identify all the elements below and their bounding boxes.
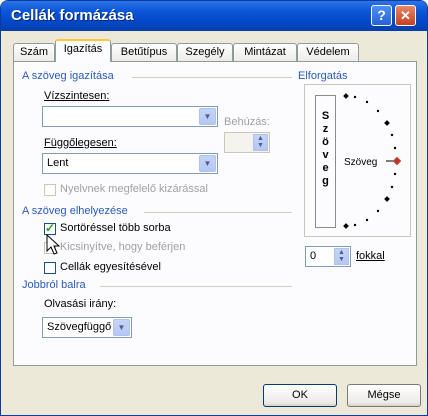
divider <box>132 77 292 78</box>
text-control-group-title: A szöveg elhelyezése <box>22 205 128 217</box>
indent-spinner[interactable]: ▲ ▼ <box>224 132 270 153</box>
vertical-text-char: z <box>322 123 329 135</box>
horizontal-select[interactable]: ▼ <box>42 106 218 127</box>
text-direction-select[interactable]: Szövegfüggő ▼ <box>42 317 132 338</box>
tab-font[interactable]: Betűtípus <box>111 43 177 61</box>
ok-button[interactable]: OK <box>263 384 337 407</box>
orientation-box: S z ö v e g Szöveg <box>304 84 411 237</box>
cancel-button[interactable]: Mégse <box>347 384 421 407</box>
spinner-icon[interactable]: ▲ ▼ <box>334 248 349 265</box>
merge-cells-checkbox[interactable] <box>44 262 56 274</box>
vertical-text-char: ö <box>322 136 329 148</box>
vertical-select[interactable]: Lent ▼ <box>42 153 218 174</box>
chevron-down-icon[interactable]: ▼ <box>113 319 130 336</box>
vertical-text-char: g <box>322 175 329 187</box>
text-direction-value: Szövegfüggő <box>47 321 112 333</box>
orientation-dial[interactable]: Szöveg <box>341 88 411 234</box>
tab-number[interactable]: Szám <box>13 43 55 61</box>
vertical-text-char: v <box>322 149 329 161</box>
mouse-pointer-icon <box>46 234 60 255</box>
dial-text: Szöveg <box>344 157 377 168</box>
wrap-text-label: Sortöréssel több sorba <box>60 222 171 234</box>
window-title: Cellák formázása <box>11 7 134 24</box>
merge-cells-label: Cellák egyesítésével <box>60 261 161 273</box>
divider <box>144 212 292 213</box>
degrees-spinner[interactable]: 0 ▲ ▼ <box>305 246 351 267</box>
tab-alignment[interactable]: Igazítás <box>55 39 111 62</box>
tab-border[interactable]: Szegély <box>177 43 233 61</box>
justify-distributed-label: Nyelvnek megfelelő kizárással <box>60 183 208 195</box>
tab-strip: Szám Igazítás Betűtípus Szegély Mintázat… <box>13 39 423 62</box>
tab-patterns[interactable]: Mintázat <box>233 43 297 61</box>
text-direction-label: Olvasási irány: <box>44 298 117 310</box>
dial-marker[interactable] <box>392 156 402 166</box>
degrees-label: fokkal <box>356 250 385 262</box>
format-cells-dialog: Cellák formázása ? ✕ Szám Igazítás Betűt… <box>0 0 428 416</box>
alignment-panel: A szöveg igazítása Vízszintesen: ▼ Függő… <box>13 61 417 366</box>
horizontal-label: Vízszintesen: <box>44 90 110 102</box>
vertical-label: Függőlegesen: <box>44 137 117 149</box>
text-alignment-group-title: A szöveg igazítása <box>22 70 114 82</box>
close-button[interactable]: ✕ <box>395 5 416 26</box>
indent-label: Behúzás: <box>224 116 270 128</box>
justify-distributed-checkbox[interactable] <box>44 184 56 196</box>
chevron-down-icon[interactable]: ▼ <box>199 155 216 172</box>
vertical-text-button[interactable]: S z ö v e g <box>315 95 336 228</box>
tab-protection[interactable]: Védelem <box>297 43 359 61</box>
vertical-text-char: e <box>322 162 329 174</box>
shrink-to-fit-label: Kicsinyítve, hogy beférjen <box>60 241 186 253</box>
vertical-value: Lent <box>47 157 69 169</box>
chevron-down-icon[interactable]: ▼ <box>199 108 216 125</box>
title-bar[interactable]: Cellák formázása ? ✕ <box>1 1 427 31</box>
rtl-group-title: Jobbról balra <box>22 279 86 291</box>
degrees-value: 0 <box>310 250 317 262</box>
vertical-text-char: S <box>321 110 330 122</box>
divider <box>100 286 292 287</box>
help-button[interactable]: ? <box>371 5 392 26</box>
orientation-group-title: Elforgatás <box>298 70 348 82</box>
spinner-icon[interactable]: ▲ ▼ <box>253 134 268 151</box>
